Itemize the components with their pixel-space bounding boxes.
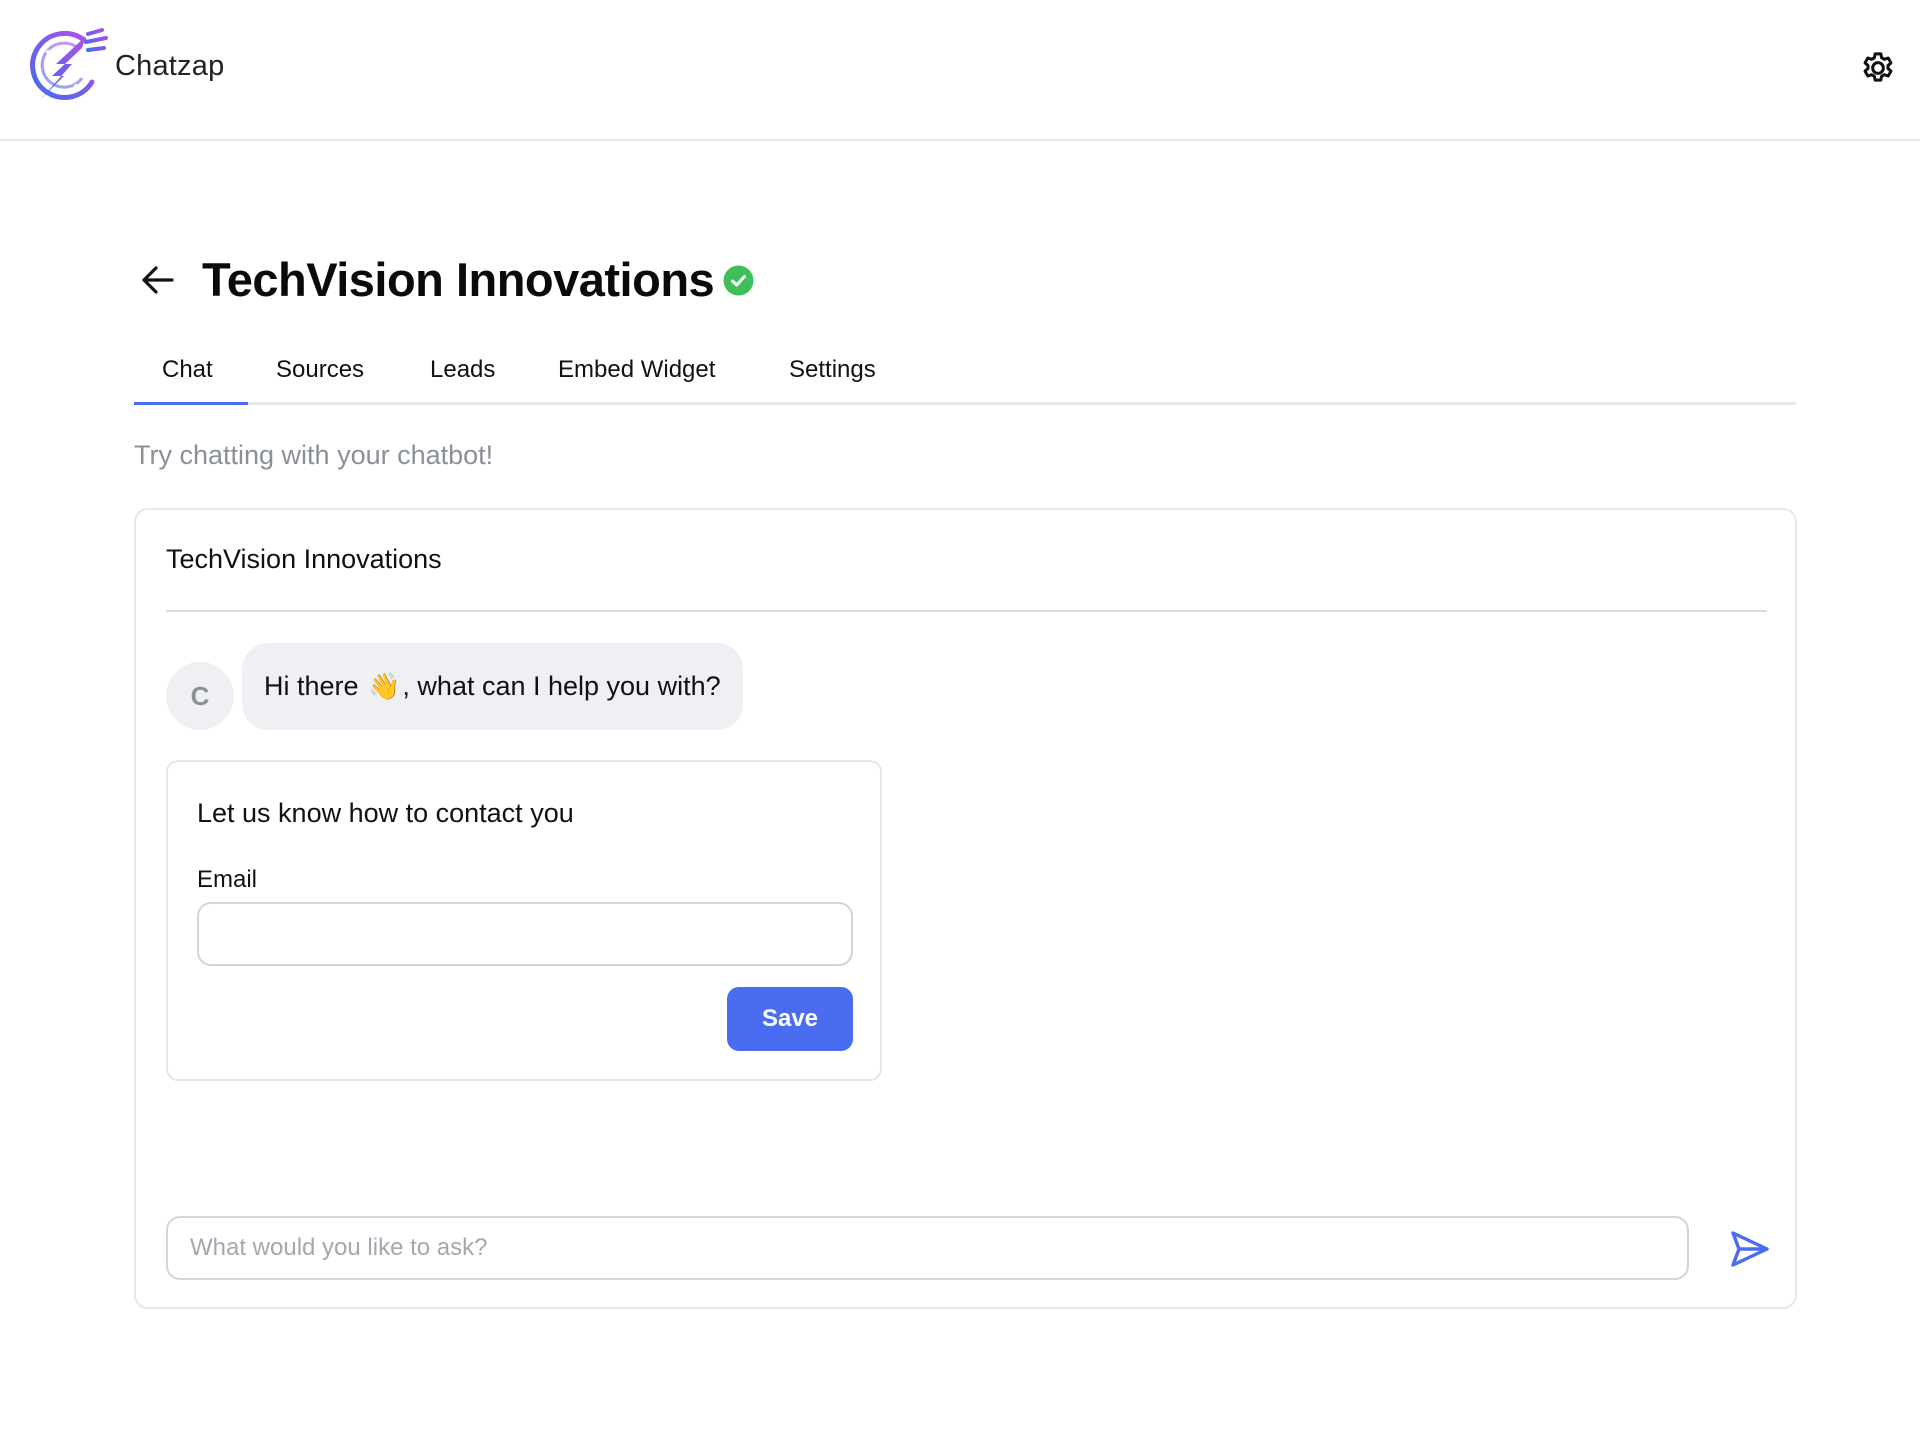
active-tab-indicator	[134, 402, 248, 405]
tab-settings[interactable]: Settings	[789, 356, 876, 384]
gear-icon[interactable]	[1858, 48, 1898, 88]
waving-hand-emoji-icon: 👋	[368, 671, 401, 701]
email-field[interactable]	[197, 902, 853, 966]
check-circle-icon	[723, 265, 754, 296]
email-label: Email	[197, 866, 258, 893]
chat-preview-card: TechVision Innovations C Hi there 👋 , wh…	[134, 508, 1797, 1309]
page-title: TechVision Innovations	[202, 253, 715, 306]
message-text-end: , what can I help you with?	[402, 671, 721, 701]
save-button[interactable]: Save	[727, 987, 853, 1051]
chatzap-logo-icon[interactable]	[26, 28, 108, 104]
brand-name: Chatzap	[115, 50, 225, 82]
tab-sources[interactable]: Sources	[276, 356, 364, 384]
contact-form-title: Let us know how to contact you	[197, 798, 574, 828]
chat-message-input[interactable]	[166, 1216, 1689, 1280]
bot-avatar: C	[166, 662, 234, 730]
top-bar: Chatzap	[0, 0, 1920, 141]
message-text-start: Hi there	[264, 671, 367, 701]
card-divider	[166, 610, 1767, 612]
back-arrow-icon[interactable]	[138, 262, 178, 298]
tab-bar: Chat Sources Leads Embed Widget Settings	[134, 346, 1796, 405]
tab-leads[interactable]: Leads	[430, 356, 495, 384]
contact-form: Let us know how to contact you Email Sav…	[166, 760, 882, 1081]
tab-chat[interactable]: Chat	[162, 356, 213, 384]
send-icon[interactable]	[1729, 1228, 1771, 1270]
tab-embed-widget[interactable]: Embed Widget	[558, 356, 715, 384]
chat-subtitle: Try chatting with your chatbot!	[134, 440, 494, 470]
chatbot-name: TechVision Innovations	[166, 544, 442, 574]
bot-message-bubble: Hi there 👋 , what can I help you with?	[242, 643, 743, 730]
